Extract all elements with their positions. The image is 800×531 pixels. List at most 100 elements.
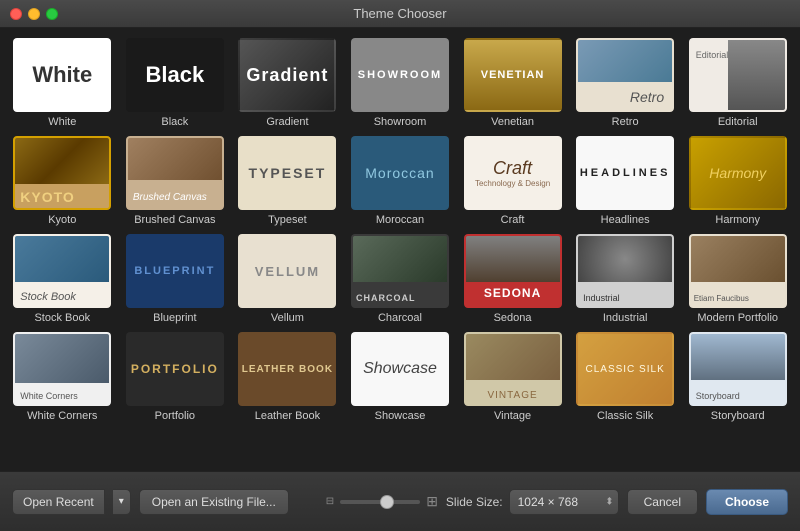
theme-label-showcase: Showcase: [375, 410, 426, 422]
theme-label-venetian: Venetian: [491, 116, 534, 128]
theme-brushed-canvas[interactable]: Brushed Canvas Brushed Canvas: [123, 136, 228, 226]
close-button[interactable]: [10, 8, 22, 20]
theme-thumb-white: White: [13, 38, 111, 112]
theme-classic-silk[interactable]: CLASSIC SILK Classic Silk: [573, 332, 678, 422]
theme-gradient[interactable]: Gradient Gradient: [235, 38, 340, 128]
zoom-in-icon: ⊞: [426, 493, 438, 510]
slide-size-area: Slide Size: 1024 × 768 1280 × 720 1920 ×…: [446, 489, 619, 515]
window-controls: [10, 8, 58, 20]
theme-label-industrial: Industrial: [603, 312, 648, 324]
theme-venetian[interactable]: VENETIAN Venetian: [460, 38, 565, 128]
theme-thumb-blueprint: BLUEPRINT: [126, 234, 224, 308]
theme-thumb-brushed: Brushed Canvas: [126, 136, 224, 210]
theme-label-charcoal: Charcoal: [378, 312, 422, 324]
theme-thumb-gradient: Gradient: [238, 38, 336, 112]
theme-editorial[interactable]: Editorial Editorial: [685, 38, 790, 128]
theme-label-portfolio: Portfolio: [155, 410, 195, 422]
theme-thumb-sedona: SEDONA: [464, 234, 562, 308]
theme-thumb-showcase: Showcase: [351, 332, 449, 406]
theme-thumb-charcoal: CHARCOAL: [351, 234, 449, 308]
theme-blueprint[interactable]: BLUEPRINT Blueprint: [123, 234, 228, 324]
theme-vellum[interactable]: VELLUM Vellum: [235, 234, 340, 324]
theme-label-retro: Retro: [612, 116, 639, 128]
theme-harmony[interactable]: Harmony Harmony: [685, 136, 790, 226]
theme-white-corners[interactable]: White Corners White Corners: [10, 332, 115, 422]
theme-label-harmony: Harmony: [715, 214, 760, 226]
theme-thumb-storyboard: Storyboard: [689, 332, 787, 406]
theme-thumb-whitecorners: White Corners: [13, 332, 111, 406]
theme-vintage[interactable]: VINTAGE Vintage: [460, 332, 565, 422]
theme-thumb-industrial: Industrial: [576, 234, 674, 308]
theme-label-vellum: Vellum: [271, 312, 304, 324]
theme-thumb-vintage: VINTAGE: [464, 332, 562, 406]
theme-stock-book[interactable]: Stock Book Stock Book: [10, 234, 115, 324]
zoom-slider-thumb[interactable]: [380, 495, 394, 509]
theme-showcase[interactable]: Showcase Showcase: [348, 332, 453, 422]
bottom-bar: Open Recent ▾ Open an Existing File... ⊟…: [0, 471, 800, 531]
titlebar: Theme Chooser: [0, 0, 800, 28]
cancel-button[interactable]: Cancel: [627, 489, 698, 515]
theme-thumb-portfolio: PORTFOLIO: [126, 332, 224, 406]
theme-leather-book[interactable]: LEATHER BOOK Leather Book: [235, 332, 340, 422]
theme-label-white-corners: White Corners: [27, 410, 97, 422]
theme-thumb-showroom: SHOWROOM: [351, 38, 449, 112]
theme-typeset[interactable]: TYPESET Typeset: [235, 136, 340, 226]
theme-craft[interactable]: Craft Technology & Design Craft: [460, 136, 565, 226]
theme-white[interactable]: White White: [10, 38, 115, 128]
slide-size-select[interactable]: 1024 × 768 1280 × 720 1920 × 1080: [509, 489, 619, 515]
theme-label-sedona: Sedona: [494, 312, 532, 324]
theme-label-modern-portfolio: Modern Portfolio: [697, 312, 778, 324]
open-recent-button[interactable]: Open Recent: [12, 489, 105, 515]
theme-label-vintage: Vintage: [494, 410, 531, 422]
theme-charcoal[interactable]: CHARCOAL Charcoal: [348, 234, 453, 324]
theme-showroom[interactable]: SHOWROOM Showroom: [348, 38, 453, 128]
theme-industrial[interactable]: Industrial Industrial: [573, 234, 678, 324]
open-existing-button[interactable]: Open an Existing File...: [139, 489, 289, 515]
theme-thumb-headlines: HEADLINES: [576, 136, 674, 210]
theme-headlines[interactable]: HEADLINES Headlines: [573, 136, 678, 226]
minimize-button[interactable]: [28, 8, 40, 20]
theme-storyboard[interactable]: Storyboard Storyboard: [685, 332, 790, 422]
theme-label-typeset: Typeset: [268, 214, 307, 226]
theme-black[interactable]: Black Black: [123, 38, 228, 128]
theme-sedona[interactable]: SEDONA Sedona: [460, 234, 565, 324]
theme-thumb-editorial: Editorial: [689, 38, 787, 112]
theme-label-headlines: Headlines: [601, 214, 650, 226]
theme-thumb-classicsilk: CLASSIC SILK: [576, 332, 674, 406]
theme-retro[interactable]: Retro Retro: [573, 38, 678, 128]
theme-label-craft: Craft: [501, 214, 525, 226]
theme-thumb-modernportfolio: Etiam Faucibus: [689, 234, 787, 308]
theme-label-gradient: Gradient: [266, 116, 308, 128]
theme-thumb-moroccan: Moroccan: [351, 136, 449, 210]
theme-thumb-harmony: Harmony: [689, 136, 787, 210]
theme-label-moroccan: Moroccan: [376, 214, 424, 226]
theme-thumb-craft: Craft Technology & Design: [464, 136, 562, 210]
theme-modern-portfolio[interactable]: Etiam Faucibus Modern Portfolio: [685, 234, 790, 324]
theme-label-editorial: Editorial: [718, 116, 758, 128]
maximize-button[interactable]: [46, 8, 58, 20]
theme-label-blueprint: Blueprint: [153, 312, 196, 324]
theme-label-leather-book: Leather Book: [255, 410, 320, 422]
theme-thumb-venetian: VENETIAN: [464, 38, 562, 112]
theme-portfolio[interactable]: PORTFOLIO Portfolio: [123, 332, 228, 422]
theme-thumb-typeset: TYPESET: [238, 136, 336, 210]
themes-container: White White Black Black Gradient Gradien…: [0, 28, 800, 471]
theme-thumb-stockbook: Stock Book: [13, 234, 111, 308]
window-title: Theme Chooser: [353, 6, 446, 21]
theme-label-brushed-canvas: Brushed Canvas: [134, 214, 215, 226]
theme-label-stock-book: Stock Book: [34, 312, 90, 324]
theme-label-white: White: [48, 116, 76, 128]
zoom-out-icon: ⊟: [326, 496, 334, 507]
choose-button[interactable]: Choose: [706, 489, 788, 515]
zoom-slider-track[interactable]: [340, 500, 420, 504]
theme-thumb-black: Black: [126, 38, 224, 112]
theme-thumb-retro: Retro: [576, 38, 674, 112]
slide-size-label: Slide Size:: [446, 495, 503, 509]
theme-label-storyboard: Storyboard: [711, 410, 765, 422]
theme-moroccan[interactable]: Moroccan Moroccan: [348, 136, 453, 226]
theme-label-showroom: Showroom: [374, 116, 427, 128]
theme-kyoto[interactable]: KYOTO Kyoto: [10, 136, 115, 226]
open-recent-arrow-button[interactable]: ▾: [113, 489, 131, 515]
themes-grid: White White Black Black Gradient Gradien…: [10, 38, 790, 422]
theme-label-classic-silk: Classic Silk: [597, 410, 653, 422]
